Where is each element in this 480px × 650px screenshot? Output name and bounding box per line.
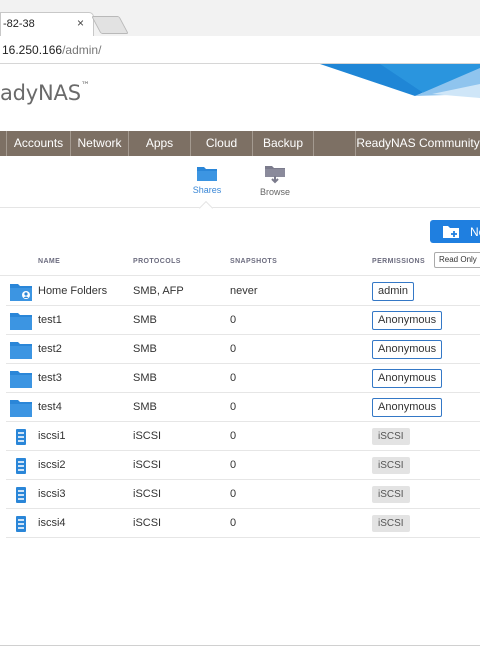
share-snapshots: never — [230, 285, 258, 297]
browse-folder-icon — [265, 166, 285, 184]
permission-badge[interactable]: iSCSI — [372, 457, 410, 474]
share-protocols: iSCSI — [133, 459, 162, 471]
share-protocols: SMB — [133, 343, 157, 355]
tab-browse[interactable]: Browse — [245, 164, 305, 197]
table-row[interactable]: iscsi3 iSCSI 0 iSCSI — [6, 480, 480, 509]
nav-item-backup[interactable]: Backup — [252, 131, 313, 156]
address-bar[interactable]: 16.250.166/admin/ — [0, 36, 480, 64]
share-protocols: SMB, AFP — [133, 285, 184, 297]
table-row[interactable]: iscsi2 iSCSI 0 iSCSI — [6, 451, 480, 480]
permission-badge[interactable]: iSCSI — [372, 486, 410, 503]
tab-browse-label: Browse — [259, 187, 290, 197]
share-name: iscsi1 — [38, 430, 66, 442]
tab-shares[interactable]: Shares — [177, 164, 237, 195]
share-snapshots: 0 — [230, 401, 237, 413]
share-protocols: iSCSI — [133, 430, 162, 442]
share-name: test2 — [38, 343, 62, 355]
table-header: NAME PROTOCOLS SNAPSHOTS PERMISSIONS — [0, 250, 480, 276]
share-name: test3 — [38, 372, 62, 384]
share-protocols: SMB — [133, 314, 157, 326]
permission-badge[interactable]: iSCSI — [372, 515, 410, 532]
url-text: 16.250.166/admin/ — [2, 43, 101, 57]
nav-item-apps[interactable]: Apps — [128, 131, 190, 156]
column-header-permissions[interactable]: PERMISSIONS — [372, 258, 425, 265]
browser-tab[interactable]: -82-38 × — [0, 12, 94, 36]
nav-item-blank[interactable] — [313, 131, 355, 156]
share-name: iscsi2 — [38, 459, 66, 471]
permission-badge[interactable]: iSCSI — [372, 428, 410, 445]
lun-icon — [9, 485, 33, 510]
table-row[interactable]: test1 SMB 0 Anonymous — [6, 306, 480, 335]
new-button-label: Ne — [470, 225, 480, 239]
new-share-button[interactable]: Ne — [430, 220, 480, 243]
main-nav: Accounts Network Apps Cloud Backup Ready… — [0, 131, 480, 156]
table-row[interactable]: test3 SMB 0 Anonymous — [6, 364, 480, 393]
share-name: iscsi3 — [38, 488, 66, 500]
permission-badge[interactable]: Anonymous — [372, 311, 443, 330]
folder-icon — [9, 398, 33, 423]
tab-title: -82-38 — [3, 18, 35, 30]
url-path: /admin/ — [62, 43, 102, 57]
brand-logo: adyNAS™ — [0, 81, 90, 105]
table-row[interactable]: test4 SMB 0 Anonymous — [6, 393, 480, 422]
share-snapshots: 0 — [230, 459, 237, 471]
share-protocols: iSCSI — [133, 488, 162, 500]
lun-icon — [9, 427, 33, 452]
lun-icon — [9, 514, 33, 539]
share-snapshots: 0 — [230, 430, 237, 442]
browser-tabstrip: -82-38 × — [0, 0, 480, 36]
table-row[interactable]: Home Folders SMB, AFP never admin — [6, 277, 480, 306]
folder-icon — [9, 340, 33, 365]
shares-folder-icon — [197, 167, 217, 181]
table-row[interactable]: iscsi1 iSCSI 0 iSCSI — [6, 422, 480, 451]
column-header-protocols[interactable]: PROTOCOLS — [133, 258, 181, 265]
permission-badge[interactable]: Anonymous — [372, 369, 443, 388]
nav-item-community[interactable]: ReadyNAS Community — [355, 131, 480, 156]
home-folder-icon — [9, 282, 33, 307]
header-decoration — [320, 64, 480, 98]
app-header: adyNAS™ — [0, 64, 480, 130]
page-bottom-border — [0, 645, 480, 646]
column-header-name[interactable]: NAME — [38, 258, 60, 265]
nav-item-accounts[interactable]: Accounts — [6, 131, 70, 156]
share-snapshots: 0 — [230, 372, 237, 384]
share-snapshots: 0 — [230, 517, 237, 529]
share-protocols: iSCSI — [133, 517, 162, 529]
share-snapshots: 0 — [230, 488, 237, 500]
lun-icon — [9, 456, 33, 481]
share-name: test1 — [38, 314, 62, 326]
share-snapshots: 0 — [230, 343, 237, 355]
tab-shares-label: Shares — [192, 185, 222, 195]
folder-icon — [9, 369, 33, 394]
tab-close-icon[interactable]: × — [77, 16, 84, 30]
brand-name: adyNAS — [0, 81, 81, 105]
share-protocols: SMB — [133, 372, 157, 384]
folder-icon — [9, 311, 33, 336]
share-name: test4 — [38, 401, 62, 413]
sub-nav: Shares Browse — [0, 156, 480, 208]
table-row[interactable]: iscsi4 iSCSI 0 iSCSI — [6, 509, 480, 538]
share-snapshots: 0 — [230, 314, 237, 326]
table-row[interactable]: test2 SMB 0 Anonymous — [6, 335, 480, 364]
column-header-snapshots[interactable]: SNAPSHOTS — [230, 258, 277, 265]
url-host: 16.250.166 — [2, 43, 63, 57]
permission-badge[interactable]: admin — [372, 282, 414, 301]
permission-badge[interactable]: Anonymous — [372, 340, 443, 359]
nav-item-cloud[interactable]: Cloud — [190, 131, 252, 156]
permission-badge[interactable]: Anonymous — [372, 398, 443, 417]
share-name: Home Folders — [38, 285, 108, 297]
share-name: iscsi4 — [38, 517, 66, 529]
nav-item-network[interactable]: Network — [70, 131, 128, 156]
permission-filter-select[interactable]: Read Only — [434, 252, 480, 268]
new-folder-icon — [443, 226, 459, 238]
new-tab-button[interactable] — [91, 16, 129, 34]
trademark: ™ — [80, 81, 90, 91]
share-protocols: SMB — [133, 401, 157, 413]
